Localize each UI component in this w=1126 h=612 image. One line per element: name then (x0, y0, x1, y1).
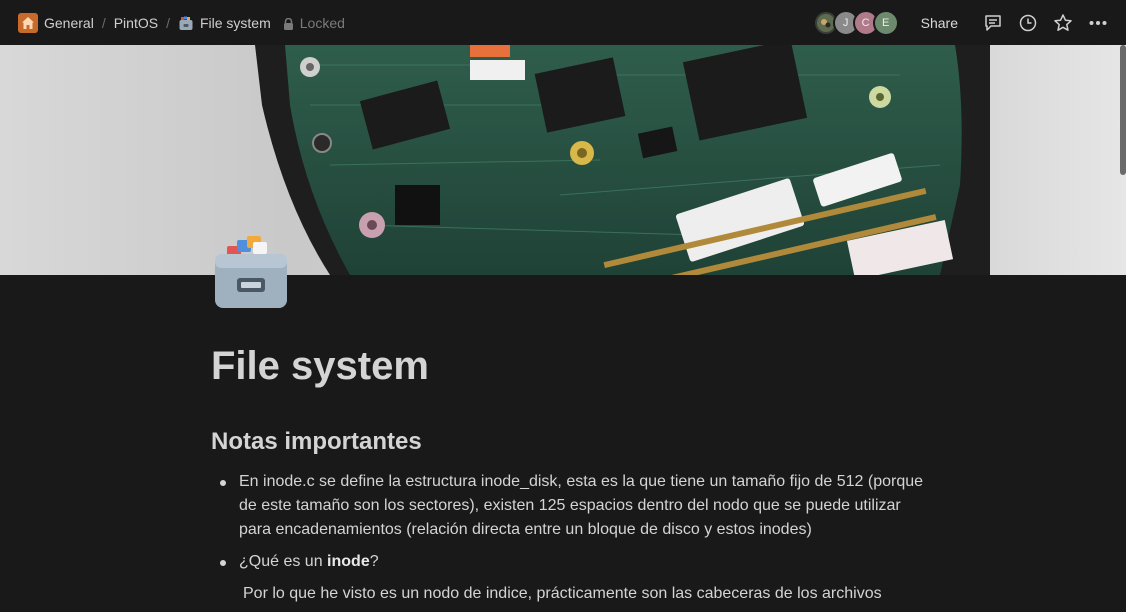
avatar[interactable]: E (872, 9, 899, 36)
star-icon (1054, 13, 1072, 31)
bullet-list: En inode.c se define la estructura inode… (211, 470, 931, 582)
list-item-text: En inode.c se define la estructura inode… (239, 473, 924, 538)
scrollbar[interactable] (1120, 45, 1126, 175)
list-item[interactable]: En inode.c se define la estructura inode… (211, 470, 931, 542)
list-item-bold: inode (327, 553, 370, 570)
collaborator-avatars[interactable]: J C E (812, 9, 899, 36)
breadcrumb: General / PintOS / File system Locked (0, 10, 351, 36)
locked-indicator: Locked (277, 12, 351, 34)
top-bar: General / PintOS / File system Locked J … (0, 0, 1126, 45)
cover-image[interactable] (0, 45, 1126, 275)
updates-button[interactable] (1012, 7, 1044, 39)
share-button[interactable]: Share (913, 11, 966, 35)
breadcrumb-separator: / (101, 14, 106, 31)
paragraph[interactable]: Por lo que he visto es un nodo de indice… (243, 582, 882, 606)
locked-label: Locked (299, 14, 345, 31)
favorite-button[interactable] (1047, 7, 1079, 39)
breadcrumb-label: General (44, 14, 94, 31)
card-file-box-icon (178, 15, 194, 31)
more-options-button[interactable] (1082, 7, 1114, 39)
clock-icon (1019, 14, 1037, 31)
comment-icon (985, 14, 1001, 31)
breadcrumb-pintos[interactable]: PintOS (108, 12, 164, 34)
lock-icon (283, 17, 294, 30)
list-item[interactable]: ¿Qué es un inode? (211, 550, 931, 574)
list-item-text-post: ? (369, 553, 379, 570)
topbar-actions: J C E Share (812, 0, 1114, 45)
more-horizontal-icon (1089, 20, 1107, 25)
list-item-text-pre: ¿Qué es un (239, 553, 328, 570)
home-icon (18, 12, 38, 33)
breadcrumb-label: PintOS (113, 14, 159, 31)
breadcrumb-general[interactable]: General (18, 10, 100, 36)
breadcrumb-label: File system (199, 14, 271, 31)
section-heading[interactable]: Notas importantes (211, 428, 422, 456)
breadcrumb-separator: / (166, 14, 170, 31)
comments-button[interactable] (977, 7, 1009, 39)
card-file-box-icon[interactable] (213, 234, 289, 310)
page-title[interactable]: File system (211, 344, 429, 389)
breadcrumb-file-system[interactable]: File system (172, 12, 277, 34)
